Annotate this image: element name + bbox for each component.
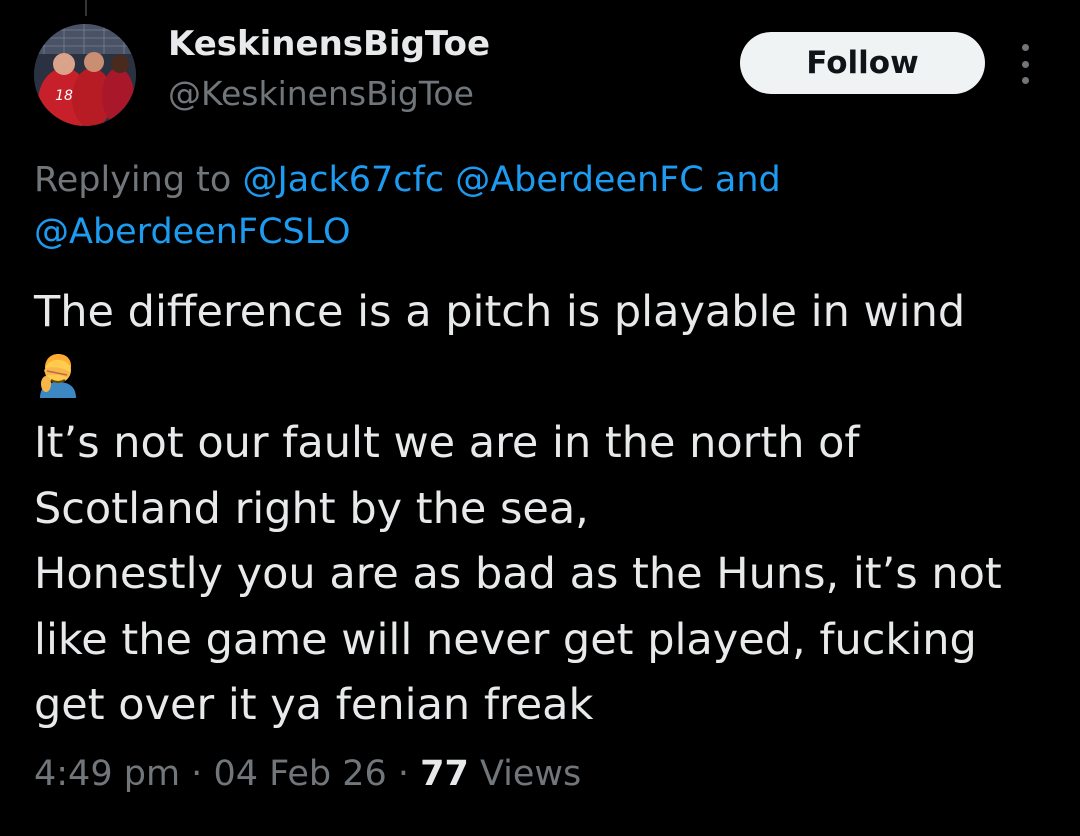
author-display-name[interactable]: KeskinensBigToe	[168, 24, 490, 64]
thread-connector-line	[85, 0, 87, 16]
tweet-body: The difference is a pitch is playable in…	[34, 280, 1064, 739]
tweet-line: like the game will never get played, fuc…	[34, 614, 977, 665]
tweet-time[interactable]: 4:49 pm	[34, 754, 180, 794]
tweet-line: Honestly you are as bad as the Huns, it’…	[34, 549, 1002, 599]
author-handle[interactable]: @KeskinensBigToe	[168, 74, 474, 113]
views-count[interactable]: 77	[420, 754, 469, 794]
mention-joiner: and	[703, 160, 781, 200]
meta-separator: ·	[180, 754, 214, 794]
tweet-line: The difference is a pitch is playable in…	[34, 287, 966, 337]
mention-aberdeenfc[interactable]: @AberdeenFC	[455, 160, 704, 200]
person-facepalming-icon	[40, 353, 76, 398]
tweet-meta: 4:49 pm · 04 Feb 26 · 77 Views	[34, 754, 581, 794]
tweet-line: It’s not our fault we are in the north o…	[34, 418, 860, 468]
meta-separator: ·	[386, 754, 421, 794]
more-vertical-icon[interactable]	[1012, 44, 1038, 84]
author-avatar[interactable]: 18	[34, 24, 136, 126]
tweet-line: Scotland right by the sea,	[34, 483, 589, 534]
mention-jack67cfc[interactable]: @Jack67cfc	[242, 160, 444, 200]
tweet-line: get over it ya fenian freak	[34, 680, 594, 730]
replying-to-label: Replying to	[34, 160, 243, 200]
replying-to-line: Replying to @Jack67cfc @AberdeenFC and @…	[34, 154, 1044, 258]
football-players-photo-icon: 18	[34, 24, 136, 126]
tweet-emoji-line	[34, 346, 1064, 412]
svg-text:18: 18	[55, 88, 73, 104]
follow-button[interactable]: Follow	[740, 32, 985, 94]
views-label: Views	[468, 754, 582, 794]
tweet-date[interactable]: 04 Feb 26	[213, 754, 386, 794]
mention-aberdeenfcslo[interactable]: @AberdeenFCSLO	[34, 212, 351, 252]
